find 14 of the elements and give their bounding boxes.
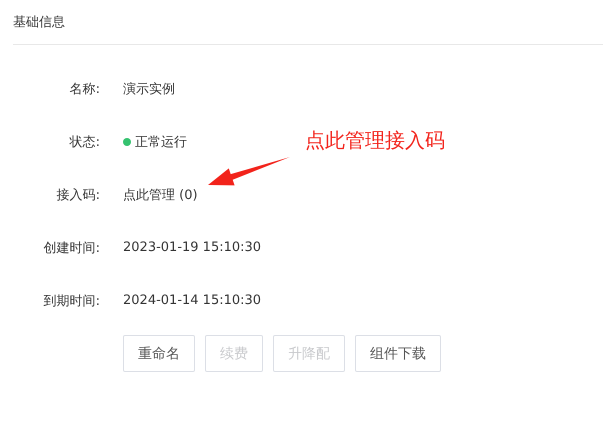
field-label: 创建时间: [42, 240, 100, 256]
field-value: 2023-01-19 15:10:30 [123, 240, 262, 255]
action-button[interactable]: 重命名 [123, 335, 195, 372]
field-value: 演示实例 [123, 80, 175, 98]
field-label: 名称: [68, 80, 100, 98]
field-label: 状态: [68, 134, 100, 150]
section-title: 基础信息 [13, 14, 65, 31]
field-label: 接入码: [56, 186, 100, 204]
field-label: 到期时间: [42, 292, 100, 310]
manage-link[interactable]: 点此管理 (0) [123, 186, 198, 204]
action-button[interactable]: 组件下载 [355, 335, 441, 372]
status-text: 正常运行 [135, 134, 187, 150]
annotation-text: 点此管理接入码 [305, 127, 445, 154]
field-value: 2024-01-14 15:10:30 [123, 293, 262, 308]
